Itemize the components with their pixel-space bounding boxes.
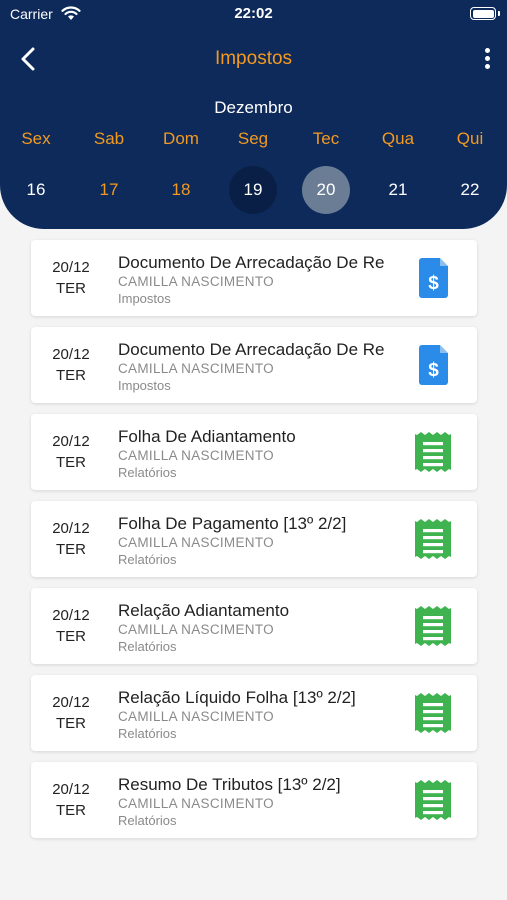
- item-subtitle: CAMILLA NASCIMENTO: [118, 448, 274, 463]
- item-date-weekday: TER: [56, 280, 86, 297]
- item-info: Relação Adiantamento CAMILLA NASCIMENTO …: [118, 600, 390, 655]
- day-17[interactable]: Sab 17: [79, 126, 139, 214]
- receipt-icon[interactable]: [414, 518, 454, 560]
- item-date: 20/12 TER: [37, 692, 105, 734]
- day-name: Tec: [312, 129, 340, 148]
- item-date: 20/12 TER: [37, 344, 105, 386]
- item-date-day: 20/12: [52, 259, 90, 276]
- more-options-icon[interactable]: [483, 48, 491, 70]
- status-bar: Carrier 22:02: [0, 0, 507, 30]
- list-item[interactable]: 20/12 TER Relação Adiantamento CAMILLA N…: [31, 588, 477, 664]
- item-info: Folha De Pagamento [13º 2/2] CAMILLA NAS…: [118, 513, 390, 568]
- day-name: Qua: [381, 129, 415, 148]
- day-number[interactable]: 19: [229, 166, 277, 214]
- day-18[interactable]: Dom 18: [151, 126, 211, 214]
- item-category: Relatórios: [118, 726, 177, 741]
- item-date-weekday: TER: [56, 454, 86, 471]
- list-item[interactable]: 20/12 TER Relação Líquido Folha [13º 2/2…: [31, 675, 477, 751]
- list-item[interactable]: 20/12 TER Documento De Arrecadação De Re…: [31, 240, 477, 316]
- day-name: Sex: [21, 129, 51, 148]
- item-info: Documento De Arrecadação De Re CAMILLA N…: [118, 252, 390, 307]
- item-date-day: 20/12: [52, 520, 90, 537]
- item-date-weekday: TER: [56, 541, 86, 558]
- svg-text:$: $: [428, 273, 439, 294]
- item-category: Relatórios: [118, 465, 177, 480]
- item-date-weekday: TER: [56, 802, 86, 819]
- clock: 22:02: [234, 5, 273, 22]
- day-number[interactable]: 16: [12, 166, 60, 214]
- day-number[interactable]: 18: [157, 166, 205, 214]
- item-date-day: 20/12: [52, 781, 90, 798]
- item-subtitle: CAMILLA NASCIMENTO: [118, 796, 274, 811]
- battery-cap: [498, 11, 500, 16]
- item-subtitle: CAMILLA NASCIMENTO: [118, 622, 274, 637]
- item-date: 20/12 TER: [37, 779, 105, 821]
- document-list: 20/12 TER Documento De Arrecadação De Re…: [31, 240, 477, 849]
- day-22[interactable]: Qui 22: [440, 126, 500, 214]
- list-item[interactable]: 20/12 TER Documento De Arrecadação De Re…: [31, 327, 477, 403]
- item-category: Relatórios: [118, 813, 177, 828]
- item-title: Documento De Arrecadação De Re: [118, 340, 385, 359]
- item-title: Relação Adiantamento: [118, 601, 290, 620]
- item-subtitle: CAMILLA NASCIMENTO: [118, 535, 274, 550]
- item-date: 20/12 TER: [37, 257, 105, 299]
- item-info: Folha De Adiantamento CAMILLA NASCIMENTO…: [118, 426, 390, 481]
- item-date: 20/12 TER: [37, 518, 105, 560]
- item-date: 20/12 TER: [37, 431, 105, 473]
- item-title: Relação Líquido Folha [13º 2/2]: [118, 688, 356, 707]
- item-info: Documento De Arrecadação De Re CAMILLA N…: [118, 339, 390, 394]
- day-number[interactable]: 17: [85, 166, 133, 214]
- month-label: Dezembro: [214, 98, 293, 117]
- battery-icon: [470, 7, 496, 20]
- item-subtitle: CAMILLA NASCIMENTO: [118, 361, 274, 376]
- item-title: Folha De Pagamento [13º 2/2]: [118, 514, 347, 533]
- day-name: Seg: [237, 129, 269, 148]
- day-16[interactable]: Sex 16: [6, 126, 66, 214]
- list-item[interactable]: 20/12 TER Folha De Pagamento [13º 2/2] C…: [31, 501, 477, 577]
- receipt-icon[interactable]: [414, 431, 454, 473]
- item-date: 20/12 TER: [37, 605, 105, 647]
- day-name: Sab: [93, 129, 125, 148]
- item-title: Folha De Adiantamento: [118, 427, 296, 446]
- svg-text:$: $: [428, 360, 439, 381]
- item-category: Relatórios: [118, 552, 177, 567]
- item-info: Resumo De Tributos [13º 2/2] CAMILLA NAS…: [118, 774, 390, 829]
- day-21[interactable]: Qua 21: [368, 126, 428, 214]
- item-subtitle: CAMILLA NASCIMENTO: [118, 274, 274, 289]
- item-date-weekday: TER: [56, 715, 86, 732]
- page-title: Impostos: [214, 48, 293, 69]
- day-number[interactable]: 21: [374, 166, 422, 214]
- item-category: Relatórios: [118, 639, 177, 654]
- day-number[interactable]: 20: [302, 166, 350, 214]
- list-item[interactable]: 20/12 TER Resumo De Tributos [13º 2/2] C…: [31, 762, 477, 838]
- item-title: Resumo De Tributos [13º 2/2]: [118, 775, 341, 794]
- invoice-icon[interactable]: $: [414, 257, 454, 299]
- header: Carrier 22:02 Impostos Dezembro Sex 16 Sab…: [0, 0, 507, 229]
- item-date-weekday: TER: [56, 367, 86, 384]
- item-date-weekday: TER: [56, 628, 86, 645]
- item-title: Documento De Arrecadação De Re: [118, 253, 385, 272]
- item-subtitle: CAMILLA NASCIMENTO: [118, 709, 274, 724]
- day-19[interactable]: Seg 19: [223, 126, 283, 214]
- item-date-day: 20/12: [52, 346, 90, 363]
- receipt-icon[interactable]: [414, 779, 454, 821]
- day-number[interactable]: 22: [446, 166, 494, 214]
- item-date-day: 20/12: [52, 607, 90, 624]
- invoice-icon[interactable]: $: [414, 344, 454, 386]
- day-name: Qui: [456, 129, 484, 148]
- item-date-day: 20/12: [52, 433, 90, 450]
- day-name: Dom: [163, 129, 199, 148]
- item-info: Relação Líquido Folha [13º 2/2] CAMILLA …: [118, 687, 390, 742]
- item-category: Impostos: [118, 378, 171, 393]
- item-category: Impostos: [118, 291, 171, 306]
- receipt-icon[interactable]: [414, 692, 454, 734]
- receipt-icon[interactable]: [414, 605, 454, 647]
- item-date-day: 20/12: [52, 694, 90, 711]
- list-item[interactable]: 20/12 TER Folha De Adiantamento CAMILLA …: [31, 414, 477, 490]
- day-20[interactable]: Tec 20: [296, 126, 356, 214]
